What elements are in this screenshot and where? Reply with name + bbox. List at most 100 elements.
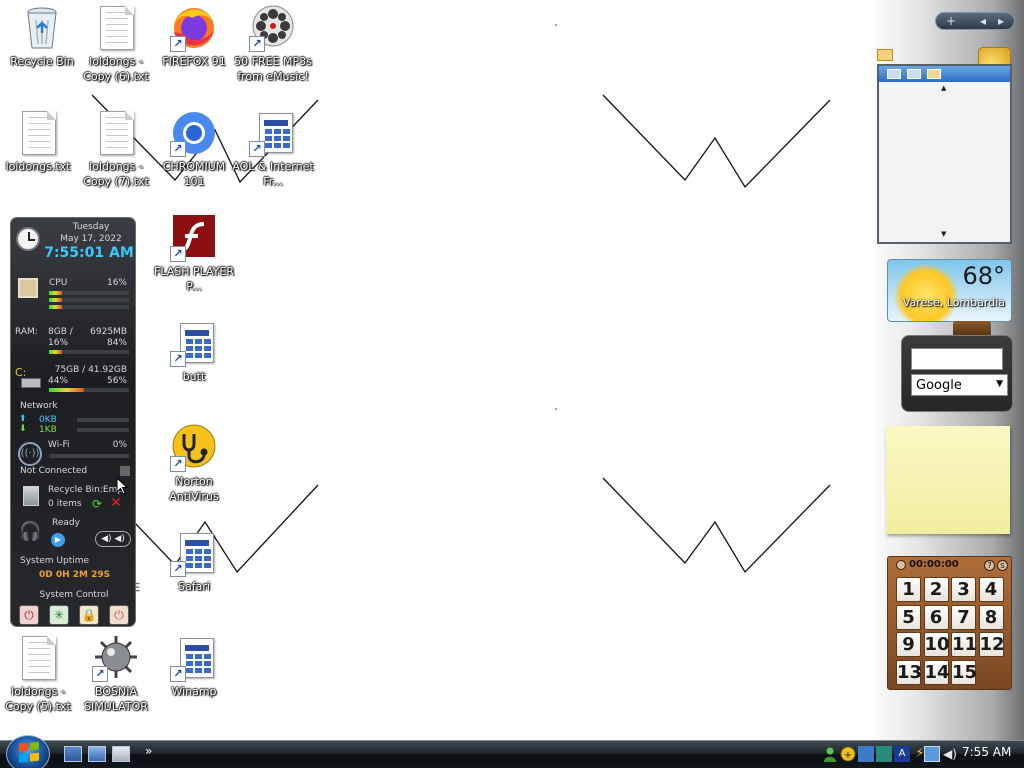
desktop-icon-winamp[interactable]: ↗ Winamp xyxy=(152,634,236,699)
feed-item-icon[interactable] xyxy=(927,69,941,79)
feed-item-icon[interactable] xyxy=(887,69,901,79)
cpu-core-bar xyxy=(49,305,129,309)
volume-icon[interactable]: ◀) ◀) xyxy=(95,531,131,547)
shield-icon[interactable]: + xyxy=(840,746,856,762)
taskbar-clock[interactable]: 7:55 AM xyxy=(962,745,1011,759)
net-upload-bar xyxy=(77,418,129,422)
desktop-icon-loldongs-copy6[interactable]: loldongs - Copy (6).txt xyxy=(74,4,158,84)
trash-icon xyxy=(23,486,39,506)
desktop-icon-loldongs-copy7[interactable]: loldongs - Copy (7).txt xyxy=(74,109,158,189)
application-icon: ↗ xyxy=(170,634,218,682)
sync-icon[interactable] xyxy=(876,746,892,762)
network-label: Network xyxy=(20,401,58,411)
desktop-icon-label: Norton AntiVirus xyxy=(169,475,219,503)
desktop-icon-loldongs-copy5[interactable]: loldongs - Copy (5).txt xyxy=(0,634,80,714)
puzzle-tile[interactable]: 8 xyxy=(978,604,1004,630)
speaker-icon[interactable]: ◀) xyxy=(942,746,958,762)
puzzle-tile[interactable]: 1 xyxy=(896,577,921,602)
desktop-icon-emusic[interactable]: ↗ 50 FREE MP3s from eMusic! xyxy=(231,4,315,84)
mine-icon: ↗ xyxy=(92,634,140,682)
scroll-up-button[interactable]: ▲ xyxy=(941,84,946,92)
puzzle-tile[interactable]: 15 xyxy=(951,659,977,685)
media-status: Ready xyxy=(52,518,80,528)
desktop-icon-aol[interactable]: ↗ AOL & Internet Fr... xyxy=(231,109,315,189)
download-arrow-icon: ⬇ xyxy=(19,424,27,434)
puzzle-tile[interactable]: 14 xyxy=(923,659,950,685)
refresh-icon[interactable]: ⟳ xyxy=(92,497,102,511)
puzzle-tile[interactable]: 2 xyxy=(923,577,949,602)
desktop-icon-flash[interactable]: ↗ FLASH PLAYER P... xyxy=(152,214,236,294)
lock-button[interactable]: 🔒 xyxy=(79,605,99,625)
wifi-status: Not Connected xyxy=(20,466,88,476)
quicklaunch-expand-button[interactable]: » xyxy=(145,744,152,758)
desktop-icon-norton[interactable]: ↗ Norton AntiVirus xyxy=(152,424,236,504)
recycle-bin-items: 0 items xyxy=(48,499,82,509)
svg-text:+: + xyxy=(844,750,852,761)
sticky-notes-gadget[interactable] xyxy=(886,426,1010,534)
puzzle-tile[interactable]: 11 xyxy=(951,632,977,657)
desktop-icon-chromium[interactable]: ↗ CHROMIUM 101 xyxy=(152,109,236,189)
shuffle-icon[interactable]: S xyxy=(997,560,1008,571)
desktop-icon-label: loldongs.txt xyxy=(5,160,71,173)
help-icon[interactable]: ? xyxy=(984,560,995,571)
ram-free: 6925MB xyxy=(90,327,127,337)
network-status-icon[interactable] xyxy=(858,746,874,762)
search-gadget[interactable]: Google ▼ xyxy=(901,335,1013,412)
sleep-button[interactable]: ✳ xyxy=(49,605,69,625)
puzzle-tile[interactable]: 4 xyxy=(978,577,1004,602)
previous-gadgets-button[interactable]: ◂ xyxy=(980,13,986,29)
switch-windows-icon[interactable] xyxy=(88,746,106,762)
net-upload: 0KB xyxy=(39,415,57,425)
puzzle-tile[interactable]: 13 xyxy=(896,659,922,685)
puzzle-tile[interactable]: 3 xyxy=(951,577,976,602)
show-desktop-icon[interactable] xyxy=(64,746,82,762)
next-gadgets-button[interactable]: ▸ xyxy=(998,13,1004,29)
start-button[interactable] xyxy=(6,735,50,768)
restart-button[interactable]: ⏻ xyxy=(109,605,129,625)
network-connection-icon[interactable] xyxy=(924,746,940,762)
alert-icon[interactable]: A xyxy=(894,746,910,762)
search-input[interactable] xyxy=(911,348,1003,370)
text-file-icon xyxy=(14,109,62,157)
net-download-bar xyxy=(77,428,129,432)
picture-puzzle-gadget[interactable]: 00:00:00 ? S 1 2 3 4 5 6 7 8 9 10 11 12 13 14 15 xyxy=(887,556,1012,690)
desktop-icon-loldongs[interactable]: loldongs.txt xyxy=(0,109,80,174)
text-file-icon xyxy=(92,109,140,157)
desktop-icon-recycle-bin[interactable]: Recycle Bin xyxy=(0,4,84,69)
shutdown-button[interactable]: ⏻ xyxy=(19,605,39,625)
weather-temperature: 68° xyxy=(962,262,1005,290)
add-gadget-button[interactable]: + xyxy=(946,13,956,29)
desktop-icon-bosnia[interactable]: ↗ BOSNIA SIMULATOR xyxy=(74,634,158,714)
uptime-value: 0D 0H 2M 29S xyxy=(39,570,111,580)
empty-bin-icon[interactable]: ✕ xyxy=(110,495,122,511)
puzzle-tile[interactable]: 9 xyxy=(896,632,921,657)
puzzle-tile[interactable]: 7 xyxy=(951,604,976,630)
feed-viewer-gadget[interactable]: ▲ ▼ xyxy=(877,64,1012,244)
desktop-icon-butt[interactable]: ↗ butt xyxy=(152,319,236,384)
weather-location: Varese, Lombardia xyxy=(902,296,1005,309)
search-engine-select[interactable]: Google ▼ xyxy=(911,374,1008,396)
hard-drive-icon xyxy=(21,378,41,388)
desktop-icon-label: FLASH PLAYER P... xyxy=(154,265,234,293)
taskbar: » + A ⚡ ◀) 7:55 AM xyxy=(0,735,1024,768)
scroll-down-button[interactable]: ▼ xyxy=(941,230,946,238)
play-button[interactable]: ▶ xyxy=(51,533,65,547)
puzzle-timer: 00:00:00 xyxy=(909,559,959,570)
desktop-icon-label: 50 FREE MP3s from eMusic! xyxy=(234,55,312,83)
wifi-toggle-button[interactable] xyxy=(120,466,130,476)
shortcut-arrow-icon: ↗ xyxy=(170,561,186,577)
user-icon[interactable] xyxy=(822,746,838,762)
feed-item-icon[interactable] xyxy=(907,69,921,79)
shortcut-arrow-icon: ↗ xyxy=(249,36,265,52)
puzzle-tile[interactable]: 6 xyxy=(923,604,949,630)
desktop-icon-firefox[interactable]: ↗ FIREFOX 91 xyxy=(152,4,236,69)
puzzle-tile[interactable]: 12 xyxy=(978,632,1005,657)
system-control-label: System Control xyxy=(39,590,109,600)
puzzle-tile[interactable]: 10 xyxy=(923,632,950,657)
norton-antivirus-icon: ↗ xyxy=(170,424,218,472)
desktop-icon-safari[interactable]: ↗ Safari xyxy=(152,529,236,594)
puzzle-tile[interactable]: 5 xyxy=(896,604,921,630)
calculator-icon[interactable] xyxy=(112,746,130,762)
system-monitor-gadget[interactable]: Tuesday May 17, 2022 7:55:01 AM CPU 16% … xyxy=(10,217,136,627)
weather-gadget[interactable]: 68° Varese, Lombardia xyxy=(887,259,1012,322)
